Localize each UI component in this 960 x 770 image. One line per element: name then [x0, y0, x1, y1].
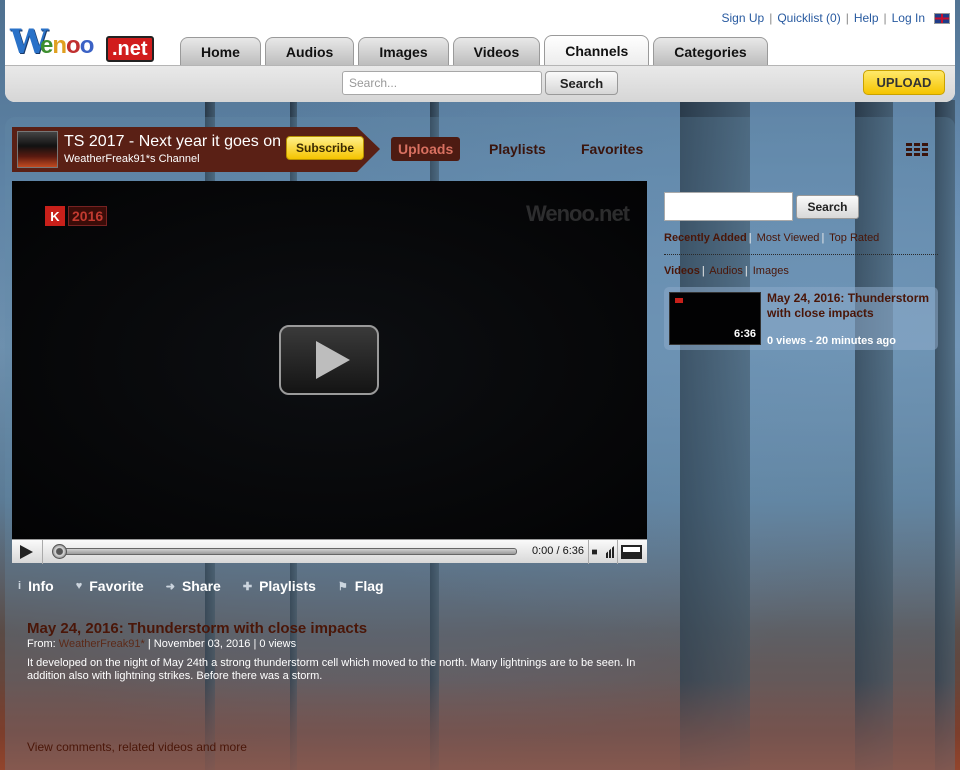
channel-title: TS 2017 - Next year it goes on: [64, 133, 281, 150]
channel-subtitle: WeatherFreak91*s Channel: [64, 153, 200, 165]
flag-action[interactable]: ⚑ Flag: [338, 578, 384, 594]
sign-up-link[interactable]: Sign Up: [722, 11, 765, 25]
screen-size-icon[interactable]: [621, 545, 642, 559]
filter-recently-added[interactable]: Recently Added: [664, 232, 747, 244]
share-icon: ➜: [165, 580, 175, 593]
sidebar-types: Videos | Audios | Images: [664, 265, 789, 277]
top-links: Sign Up | Quicklist (0) | Help | Log In: [722, 11, 950, 25]
info-action[interactable]: i Info: [18, 578, 54, 594]
quicklist-link[interactable]: Quicklist (0): [777, 11, 840, 25]
type-audios[interactable]: Audios: [709, 265, 743, 277]
sidebar-divider: [664, 254, 938, 255]
video-description: It developed on the night of May 24th a …: [27, 657, 636, 682]
sidebar-video-thumbnail[interactable]: 6:36: [669, 292, 761, 345]
site-header: W enoo .net Sign Up | Quicklist (0) | Help…: [5, 0, 955, 102]
view-more-link[interactable]: View comments, related videos and more: [27, 740, 247, 754]
filter-top-rated[interactable]: Top Rated: [829, 232, 879, 244]
video-title: May 24, 2016: Thunderstorm with close im…: [27, 620, 368, 637]
sidebar-search-button[interactable]: Search: [796, 195, 859, 219]
channel-tab-playlists[interactable]: Playlists: [489, 137, 546, 161]
sidebar-filters: Recently Added | Most Viewed | Top Rated: [664, 232, 880, 244]
type-images[interactable]: Images: [753, 265, 789, 277]
channel-avatar[interactable]: [17, 131, 58, 168]
site-logo[interactable]: W enoo .net: [10, 22, 158, 62]
player-controls: 0:00 / 6:36: [12, 539, 647, 564]
video-screen[interactable]: K 2016 Wenoo.net: [12, 181, 647, 539]
play-icon[interactable]: [20, 545, 33, 559]
volume-level-icon[interactable]: [606, 546, 614, 558]
uk-flag-icon[interactable]: [934, 12, 950, 24]
flag-icon: ⚑: [337, 580, 348, 593]
play-icon: [316, 341, 350, 379]
video-views: 0 views: [259, 638, 297, 650]
search-bar: Search... Search UPLOAD: [5, 65, 955, 102]
sidebar-video-meta: 0 views - 20 minutes ago: [767, 335, 896, 347]
logo-net: .net: [106, 36, 154, 62]
search-input[interactable]: Search...: [342, 71, 542, 95]
video-player: K 2016 Wenoo.net 0:00 / 6:36: [12, 181, 647, 564]
time-display: 0:00 / 6:36: [532, 545, 584, 557]
playlists-action[interactable]: ✚ Playlists: [243, 578, 316, 594]
video-duration: 6:36: [733, 328, 756, 340]
video-watermark: Wenoo.net: [525, 201, 630, 226]
filter-most-viewed[interactable]: Most Viewed: [757, 232, 820, 244]
search-button[interactable]: Search: [545, 71, 618, 95]
info-icon: i: [18, 580, 22, 592]
video-overlay-logo: K 2016: [45, 206, 108, 226]
plus-icon: ✚: [242, 580, 253, 593]
share-action[interactable]: ➜ Share: [166, 578, 221, 594]
main-nav: Home Audios Images Videos Channels Categ…: [180, 35, 768, 65]
video-actions: i Info ♥ Favorite ➜ Share ✚ Playlists ⚑ Flag: [18, 578, 406, 594]
video-meta: From: WeatherFreak91* | November 03, 201…: [27, 638, 297, 650]
seek-handle[interactable]: [52, 544, 67, 559]
tab-channels[interactable]: Channels: [544, 35, 650, 65]
subscribe-button[interactable]: Subscribe: [286, 136, 364, 160]
video-date: November 03, 2016: [153, 638, 251, 650]
sidebar-search-input[interactable]: [664, 192, 793, 221]
logo-enoo: enoo: [40, 32, 94, 59]
type-videos[interactable]: Videos: [664, 265, 700, 277]
sidebar-video-title[interactable]: May 24, 2016: Thunderstorm with close im…: [767, 291, 935, 321]
tab-home[interactable]: Home: [180, 37, 261, 65]
favorite-action[interactable]: ♥ Favorite: [76, 578, 144, 594]
seek-bar[interactable]: [53, 548, 517, 555]
grid-view-icon[interactable]: [906, 143, 928, 156]
upload-button[interactable]: UPLOAD: [863, 70, 945, 95]
big-play-button[interactable]: [279, 325, 379, 395]
sidebar-video-card[interactable]: 6:36 May 24, 2016: Thunderstorm with clo…: [664, 287, 938, 350]
help-link[interactable]: Help: [854, 11, 879, 25]
log-in-link[interactable]: Log In: [892, 11, 925, 25]
video-author-link[interactable]: WeatherFreak91*: [59, 638, 145, 650]
tab-categories[interactable]: Categories: [653, 37, 768, 65]
tab-audios[interactable]: Audios: [264, 37, 355, 65]
channel-tab-favorites[interactable]: Favorites: [581, 137, 643, 161]
tab-videos[interactable]: Videos: [452, 37, 541, 65]
heart-icon: ♥: [75, 580, 83, 592]
tab-images[interactable]: Images: [358, 37, 449, 65]
channel-tab-uploads[interactable]: Uploads: [391, 137, 461, 161]
